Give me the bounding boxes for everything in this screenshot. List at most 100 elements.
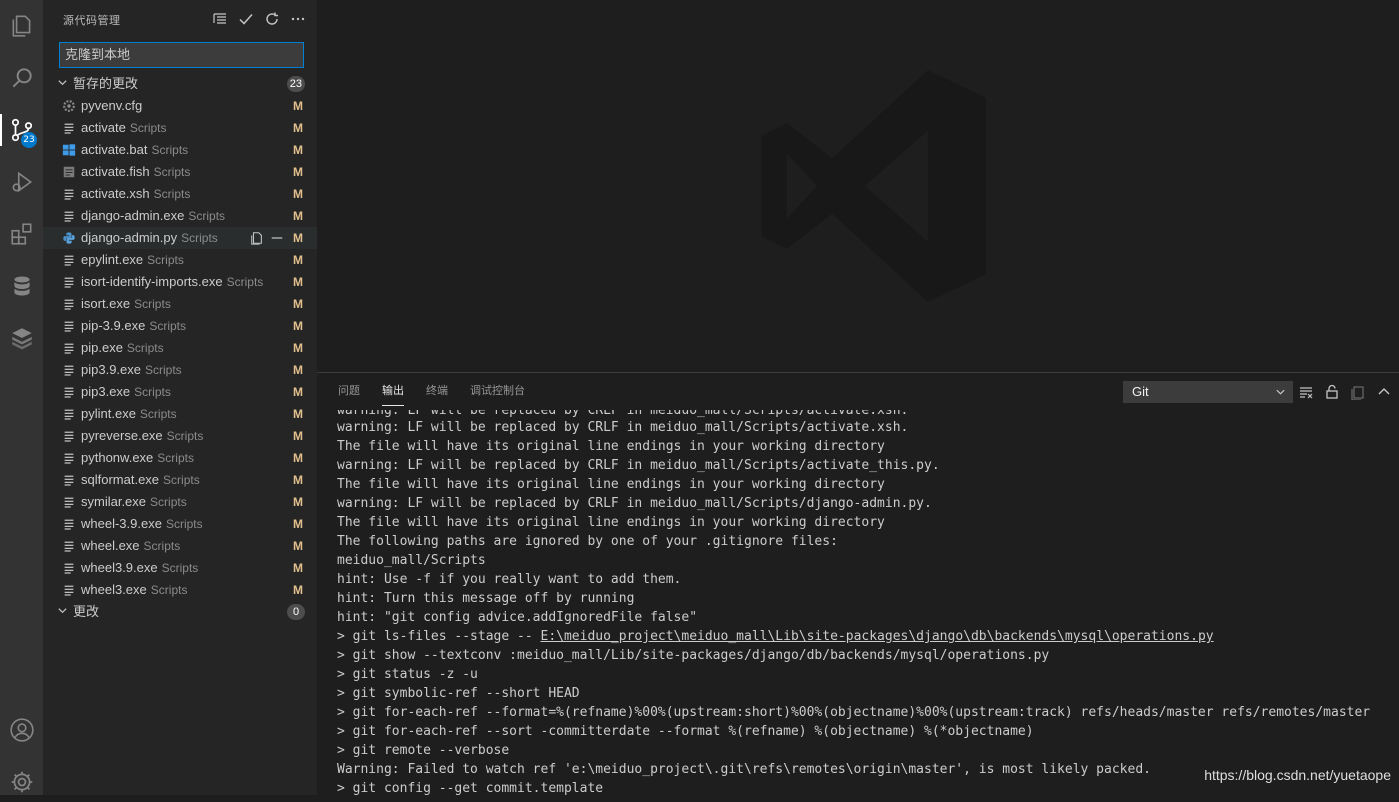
staged-changes-header[interactable]: 暂存的更改 23 [43,73,317,95]
file-name: pylint.exe Scripts [81,406,177,421]
lines-file-icon [62,561,76,575]
staged-file-row[interactable]: sqlformat.exe Scripts M [43,469,317,491]
staged-file-row[interactable]: activate Scripts M [43,117,317,139]
settings-gear-icon[interactable] [0,762,43,802]
commit-check-icon[interactable] [237,9,255,29]
file-name: pyvenv.cfg [81,98,143,113]
clear-output-icon[interactable] [1295,381,1317,403]
tab-output[interactable]: 输出 [371,373,415,408]
source-control-sidebar: 源代码管理 克隆到本地 暂存的更改 23 pyvenv.cfg Mactivate… [43,0,317,795]
layers-icon[interactable] [0,318,43,358]
source-control-badge: 23 [21,132,37,148]
staged-file-row[interactable]: isort.exe Scripts M [43,293,317,315]
file-directory: Scripts [226,275,264,289]
chevron-down-icon [57,73,69,95]
tab-terminal[interactable]: 终端 [415,373,459,408]
refresh-icon[interactable] [263,9,281,29]
staged-file-row[interactable]: wheel3.9.exe Scripts M [43,557,317,579]
editor-area [317,0,1399,372]
file-name: wheel3.9.exe Scripts [81,560,199,575]
staged-file-row[interactable]: activate.bat Scripts M [43,139,317,161]
changes-header[interactable]: 更改 0 [43,601,317,623]
file-name: pythonw.exe Scripts [81,450,194,465]
file-status-modified: M [293,407,303,421]
extensions-icon[interactable] [0,214,43,254]
staged-file-row[interactable]: activate.xsh Scripts M [43,183,317,205]
lines-file-icon [62,539,76,553]
output-line: > git symbolic-ref --short HEAD [337,686,580,701]
unlock-scroll-icon[interactable] [1321,381,1343,403]
changes-label: 更改 [73,604,100,619]
output-line: warning: LF will be replaced by CRLF in … [337,420,909,435]
lines-file-icon [62,319,76,333]
staged-file-row[interactable]: epylint.exe Scripts M [43,249,317,271]
open-file-icon[interactable] [249,227,265,249]
lines-file-icon [62,429,76,443]
file-directory: Scripts [188,209,226,223]
more-actions-icon[interactable] [289,9,307,29]
file-status-modified: M [293,517,303,531]
staged-file-row[interactable]: django-admin.py Scripts M [43,227,317,249]
staged-file-row[interactable]: activate.fish Scripts M [43,161,317,183]
staged-file-row[interactable]: pylint.exe Scripts M [43,403,317,425]
staged-file-row[interactable]: pip.exe Scripts M [43,337,317,359]
staged-file-row[interactable]: pip-3.9.exe Scripts M [43,315,317,337]
staged-file-row[interactable]: pip3.exe Scripts M [43,381,317,403]
staged-file-row[interactable]: isort-identify-imports.exe Scripts M [43,271,317,293]
file-name: django-admin.py Scripts [81,230,218,245]
output-line: > git remote --verbose [337,743,510,758]
database-icon[interactable] [0,266,43,306]
output-log[interactable]: warning: LF will be replaced by CRLF in … [337,410,1387,796]
file-status-modified: M [293,561,303,575]
file-directory: Scripts [143,539,181,553]
open-log-file-icon[interactable] [1347,381,1369,403]
file-directory: Scripts [145,363,182,377]
output-channel-select[interactable]: Git [1123,381,1293,403]
commit-message-input[interactable]: 克隆到本地 [59,42,304,68]
lines-file-icon [62,297,76,311]
file-name: activate.fish Scripts [81,164,191,179]
staged-file-row[interactable]: wheel3.exe Scripts M [43,579,317,601]
tab-problems[interactable]: 问题 [327,373,371,408]
tab-debug-console[interactable]: 调试控制台 [459,373,536,408]
file-status-modified: M [293,451,303,465]
file-status-modified: M [293,209,303,223]
source-control-icon[interactable]: 23 [0,110,43,150]
staged-file-row[interactable]: pip3.9.exe Scripts M [43,359,317,381]
file-name: pip-3.9.exe Scripts [81,318,187,333]
file-name: pip3.exe Scripts [81,384,171,399]
file-name: isort-identify-imports.exe Scripts [81,274,264,289]
explorer-icon[interactable] [0,6,43,46]
sidebar-header: 源代码管理 [43,0,317,38]
staged-file-row[interactable]: pythonw.exe Scripts M [43,447,317,469]
output-line: meiduo_mall/Scripts [337,553,486,568]
file-status-modified: M [293,231,303,245]
staged-file-row[interactable]: wheel.exe Scripts M [43,535,317,557]
staged-file-row[interactable]: pyvenv.cfg M [43,95,317,117]
file-path-link[interactable]: E:\meiduo_project\meiduo_mall\Lib\site-p… [541,629,1214,644]
staged-file-row[interactable]: wheel-3.9.exe Scripts M [43,513,317,535]
output-line: The following paths are ignored by one o… [337,534,838,549]
run-debug-icon[interactable] [0,162,43,202]
file-directory: Scripts [163,473,200,487]
staged-file-row[interactable]: symilar.exe Scripts M [43,491,317,513]
staged-file-row[interactable]: pyreverse.exe Scripts M [43,425,317,447]
view-as-tree-icon[interactable] [211,9,229,29]
lines-file-icon [62,495,76,509]
account-icon[interactable] [0,710,43,750]
output-line: hint: Use -f if you really want to add t… [337,572,682,587]
file-status-modified: M [293,473,303,487]
search-icon[interactable] [0,58,43,98]
lines-file-icon [62,187,76,201]
staged-file-row[interactable]: django-admin.exe Scripts M [43,205,317,227]
file-directory: Scripts [149,319,187,333]
file-name: django-admin.exe Scripts [81,208,226,223]
unstage-minus-icon[interactable] [269,227,285,249]
file-name: wheel-3.9.exe Scripts [81,516,203,531]
bottom-panel: 问题 输出 终端 调试控制台 Git warning: LF will be r… [317,372,1399,796]
maximize-panel-icon[interactable] [1373,381,1395,403]
file-directory: Scripts [139,407,177,421]
output-line: The file will have its original line end… [337,439,885,454]
output-line: The file will have its original line end… [337,515,885,530]
output-line: warning: LF will be replaced by CRLF in … [337,410,909,418]
